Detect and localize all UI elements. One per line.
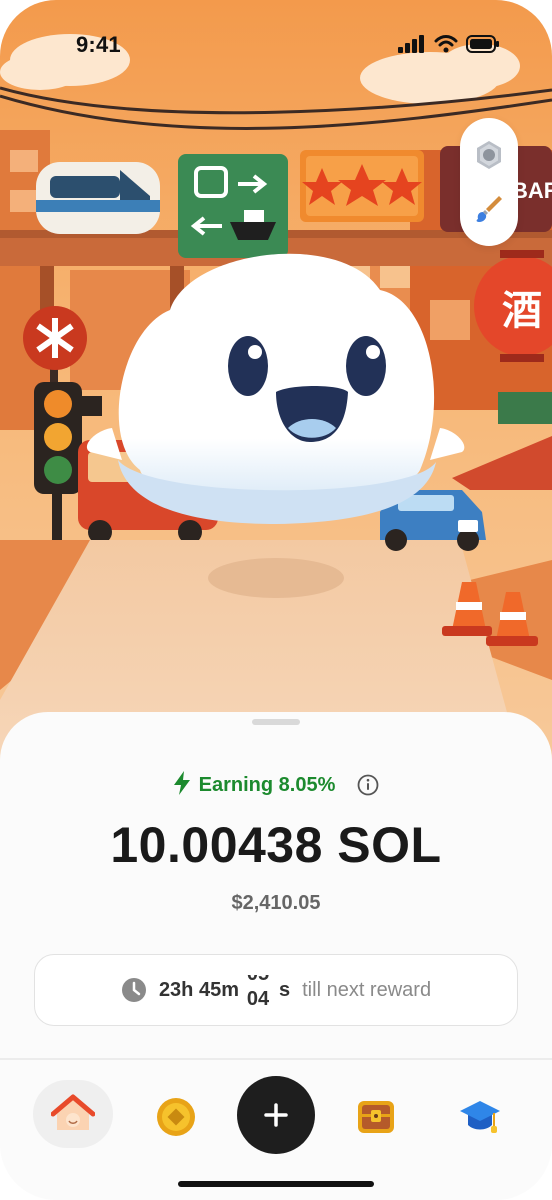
earning-rate: Earning 8.05%: [198, 773, 336, 796]
coin-icon: [157, 1098, 195, 1136]
tab-home[interactable]: [33, 1080, 113, 1148]
clock-icon: [121, 977, 147, 1003]
lightning-bolt-icon: [173, 770, 191, 800]
street-scene: BAR 酒: [0, 0, 552, 760]
status-bar: 9:41: [0, 0, 552, 92]
timer-seconds-current: 04: [246, 988, 270, 1005]
paintbrush-icon: [476, 196, 502, 222]
graduation-cap-icon: [460, 1101, 500, 1133]
timer-seconds-unit: s: [279, 978, 291, 1001]
customize-button[interactable]: [469, 189, 509, 229]
bar-sign-text: BAR: [512, 178, 552, 203]
tab-bar: [0, 1074, 552, 1154]
cellular-signal-icon: [398, 34, 426, 58]
next-reward-timer: 23h 45m 05 04 s till next reward: [34, 954, 518, 1026]
phone-screen: BAR 酒 9:41 Earning 8.05% 10.00438 SOL $2…: [0, 0, 552, 1200]
balance-amount: 10.00438 SOL: [110, 817, 442, 873]
scene-tools-panel: [460, 118, 518, 246]
wallet-sheet: Earning 8.05% 10.00438 SOL $2,410.05 23h…: [0, 712, 552, 1200]
home-indicator: [178, 1181, 374, 1187]
house-icon: [51, 1094, 95, 1130]
earning-row: Earning 8.05%: [0, 770, 552, 800]
add-button[interactable]: [237, 1076, 315, 1154]
settings-button[interactable]: [469, 135, 509, 175]
lantern-character: 酒: [502, 288, 542, 334]
battery-icon: [466, 34, 500, 58]
sheet-drag-handle[interactable]: [252, 719, 300, 725]
tab-earn[interactable]: [146, 1082, 206, 1152]
usd-value: $2,410.05: [231, 892, 321, 914]
tab-learn[interactable]: [450, 1082, 510, 1152]
status-time: 9:41: [76, 32, 121, 57]
plus-icon: [264, 1103, 288, 1127]
tab-rewards[interactable]: [346, 1082, 406, 1152]
timer-hours-minutes: 23h 45m: [158, 978, 239, 1001]
street-scene-illustration: BAR 酒: [0, 0, 552, 760]
wifi-icon: [434, 34, 458, 58]
info-icon[interactable]: [357, 774, 379, 796]
treasure-chest-icon: [358, 1101, 394, 1133]
hex-nut-icon: [477, 141, 501, 169]
timer-suffix: till next reward: [302, 978, 432, 1001]
timer-seconds-previous: 05: [245, 975, 271, 986]
timer-seconds-roller: 05 04: [245, 975, 271, 1005]
status-icons: [398, 34, 500, 58]
tab-bar-divider: [0, 1058, 552, 1060]
